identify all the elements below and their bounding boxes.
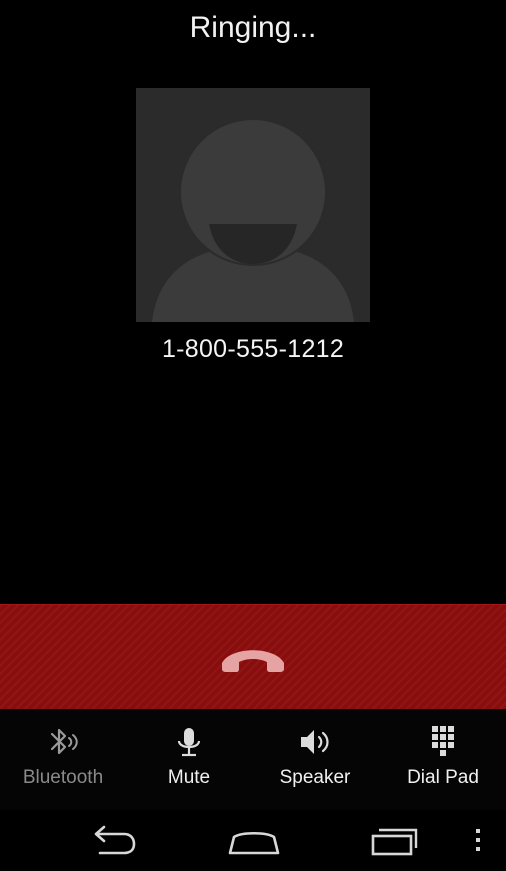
dial-pad-button[interactable]: Dial Pad <box>380 710 506 810</box>
recent-apps-icon[interactable] <box>370 820 422 860</box>
mute-label: Mute <box>167 767 211 788</box>
overflow-menu-icon[interactable] <box>470 820 486 860</box>
default-contact-icon <box>136 88 370 322</box>
back-icon[interactable] <box>86 820 138 860</box>
speaker-label: Speaker <box>279 767 351 788</box>
home-icon[interactable] <box>226 820 282 860</box>
phone-number: 1-800-555-1212 <box>161 335 345 363</box>
bluetooth-label: Bluetooth <box>22 767 104 788</box>
call-status: Ringing... <box>189 11 317 44</box>
bluetooth-icon <box>50 728 78 755</box>
end-call-button[interactable] <box>0 604 506 709</box>
hang-up-icon <box>222 650 284 672</box>
bluetooth-button[interactable]: Bluetooth <box>0 710 126 810</box>
mute-button[interactable]: Mute <box>126 710 252 810</box>
speaker-button[interactable]: Speaker <box>252 710 378 810</box>
speaker-icon <box>301 730 329 754</box>
dialpad-icon <box>432 726 454 756</box>
dial-pad-label: Dial Pad <box>407 767 479 788</box>
in-call-controls: Bluetooth Mute Speaker Dial Pad <box>0 710 506 810</box>
contact-avatar <box>136 88 370 322</box>
microphone-icon <box>177 728 201 757</box>
navigation-bar <box>0 810 506 871</box>
